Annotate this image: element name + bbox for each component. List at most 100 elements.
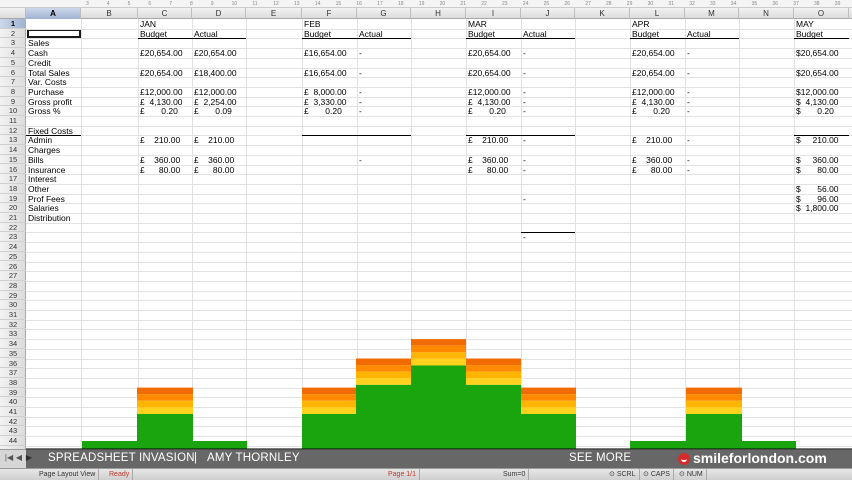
column-header-b[interactable]: B [81, 8, 138, 19]
cell-jan-budget[interactable]: £20,654.00 [140, 68, 190, 78]
cell-jan-actual[interactable]: £18,400.00 [194, 68, 244, 78]
row-header-27[interactable]: 27 [0, 271, 26, 281]
cell-jan-actual[interactable]: £ 0.09 [194, 106, 244, 116]
row-header-15[interactable]: 15 [0, 155, 26, 165]
row-header-14[interactable]: 14 [0, 145, 26, 155]
actual-header-jan[interactable]: Actual [194, 29, 250, 39]
row-label[interactable]: Var. Costs [28, 77, 134, 87]
row-header-3[interactable]: 3 [0, 38, 26, 49]
row-header-19[interactable]: 19 [0, 194, 26, 204]
cell-mar-actual[interactable]: - [523, 106, 573, 116]
row-label[interactable]: Other [28, 184, 134, 194]
cell-mar-actual[interactable]: - [523, 165, 573, 175]
cell-apr-budget[interactable]: £ 210.00 [632, 135, 683, 146]
row-header-24[interactable]: 24 [0, 242, 26, 252]
cell-may-budget[interactable]: $12,000.00 [796, 87, 847, 97]
budget-header-feb[interactable]: Budget [304, 29, 360, 39]
column-header-n[interactable]: N [739, 8, 794, 19]
cell-jan-actual[interactable]: £ 210.00 [194, 135, 244, 146]
cell-may-budget[interactable]: $ 360.00 [796, 155, 847, 165]
row-header-10[interactable]: 10 [0, 106, 26, 116]
row-label[interactable]: Credit [28, 58, 134, 68]
budget-header-jan[interactable]: Budget [140, 29, 196, 39]
row-header-20[interactable]: 20 [0, 203, 26, 213]
actual-header-feb[interactable]: Actual [359, 29, 415, 39]
row-header-36[interactable]: 36 [0, 359, 26, 369]
cell-apr-budget[interactable]: £ 80.00 [632, 165, 683, 175]
column-header-j[interactable]: J [521, 8, 575, 19]
first-sheet-icon[interactable]: |◀ [4, 453, 14, 463]
row-header-28[interactable]: 28 [0, 281, 26, 291]
row-header-4[interactable]: 4 [0, 48, 26, 58]
select-all-corner[interactable] [0, 8, 26, 19]
cell-apr-budget[interactable]: £20,654.00 [632, 48, 683, 58]
row-label[interactable]: Charges [28, 145, 134, 155]
cell-jan-actual[interactable]: £ 2,254.00 [194, 97, 244, 107]
row-header-38[interactable]: 38 [0, 378, 26, 388]
cell-apr-actual[interactable]: - [687, 87, 737, 97]
budget-header-apr[interactable]: Budget [632, 29, 688, 39]
cell-feb-actual[interactable]: - [359, 68, 409, 78]
cell-feb-actual[interactable]: - [359, 97, 409, 107]
column-header-k[interactable]: K [575, 8, 630, 19]
row-header-37[interactable]: 37 [0, 368, 26, 378]
row-label[interactable]: Interest [28, 174, 134, 184]
row-header-18[interactable]: 18 [0, 184, 26, 194]
month-header-jan[interactable]: JAN [140, 19, 196, 29]
prev-sheet-icon[interactable]: ◀ [14, 453, 24, 463]
cell-mar-budget[interactable]: £ 210.00 [468, 135, 519, 146]
column-header-c[interactable]: C [138, 8, 192, 19]
row-label[interactable]: Bills [28, 155, 134, 165]
month-header-apr[interactable]: APR [632, 19, 688, 29]
cell-jan-budget[interactable]: £ 360.00 [140, 155, 190, 165]
row-header-31[interactable]: 31 [0, 310, 26, 320]
row-header-43[interactable]: 43 [0, 426, 26, 437]
cell-jan-actual[interactable]: £ 80.00 [194, 165, 244, 175]
row-header-9[interactable]: 9 [0, 97, 26, 107]
row-label[interactable]: Gross profit [28, 97, 134, 107]
row-header-35[interactable]: 35 [0, 349, 26, 359]
cell-feb-budget[interactable]: £ 8,000.00 [304, 87, 355, 97]
brand-logo[interactable]: smileforlondon.com [678, 448, 827, 468]
row-header-23[interactable]: 23 [0, 232, 26, 243]
row-label[interactable]: Salaries [28, 203, 134, 213]
cell-may-budget[interactable]: $ 80.00 [796, 165, 847, 175]
cell-jan-actual[interactable]: £20,654.00 [194, 48, 244, 58]
cell-jan-actual[interactable]: £12,000.00 [194, 87, 244, 97]
cell-jan-budget[interactable]: £12,000.00 [140, 87, 190, 97]
column-header-g[interactable]: G [357, 8, 411, 19]
cell-mar-actual[interactable]: - [523, 135, 573, 146]
spreadsheet-grid[interactable]: Sales Cash Credit Total Sales Var. Costs Purc… [26, 19, 852, 449]
cell-jan-budget[interactable]: £ 80.00 [140, 165, 190, 175]
column-header-l[interactable]: L [630, 8, 685, 19]
row-header-29[interactable]: 29 [0, 291, 26, 301]
row-header-33[interactable]: 33 [0, 329, 26, 340]
cell-mar-actual[interactable]: - [523, 194, 573, 204]
row-label[interactable]: Sales [28, 38, 134, 49]
cell-jan-budget[interactable]: £20,654.00 [140, 48, 190, 58]
cell-may-budget[interactable]: $ 210.00 [796, 135, 847, 146]
row-label[interactable]: Total Sales [28, 68, 134, 78]
row-header-39[interactable]: 39 [0, 388, 26, 398]
cell-apr-actual[interactable]: - [687, 165, 737, 175]
cell-jan-budget[interactable]: £ 210.00 [140, 135, 190, 146]
row-label[interactable]: Cash [28, 48, 134, 58]
column-header-h[interactable]: H [411, 8, 466, 19]
cell-feb-actual[interactable]: - [359, 106, 409, 116]
row-header-21[interactable]: 21 [0, 213, 26, 223]
cell-mar-actual[interactable]: - [523, 232, 573, 243]
budget-header-mar[interactable]: Budget [468, 29, 524, 39]
cell-apr-actual[interactable]: - [687, 97, 737, 107]
row-header-26[interactable]: 26 [0, 262, 26, 272]
cell-feb-budget[interactable]: £16,654.00 [304, 68, 355, 78]
cell-apr-actual[interactable]: - [687, 48, 737, 58]
cell-feb-budget[interactable]: £16,654.00 [304, 48, 355, 58]
column-header-i[interactable]: I [466, 8, 521, 19]
cell-jan-actual[interactable]: £ 360.00 [194, 155, 244, 165]
column-header-e[interactable]: E [246, 8, 302, 19]
row-header-1[interactable]: 1 [0, 19, 26, 29]
view-mode-label[interactable]: Page Layout View [36, 469, 100, 480]
row-header-2[interactable]: 2 [0, 29, 26, 39]
cell-may-budget[interactable]: $20,654.00 [796, 68, 847, 78]
month-header-may[interactable]: MAY [796, 19, 852, 29]
